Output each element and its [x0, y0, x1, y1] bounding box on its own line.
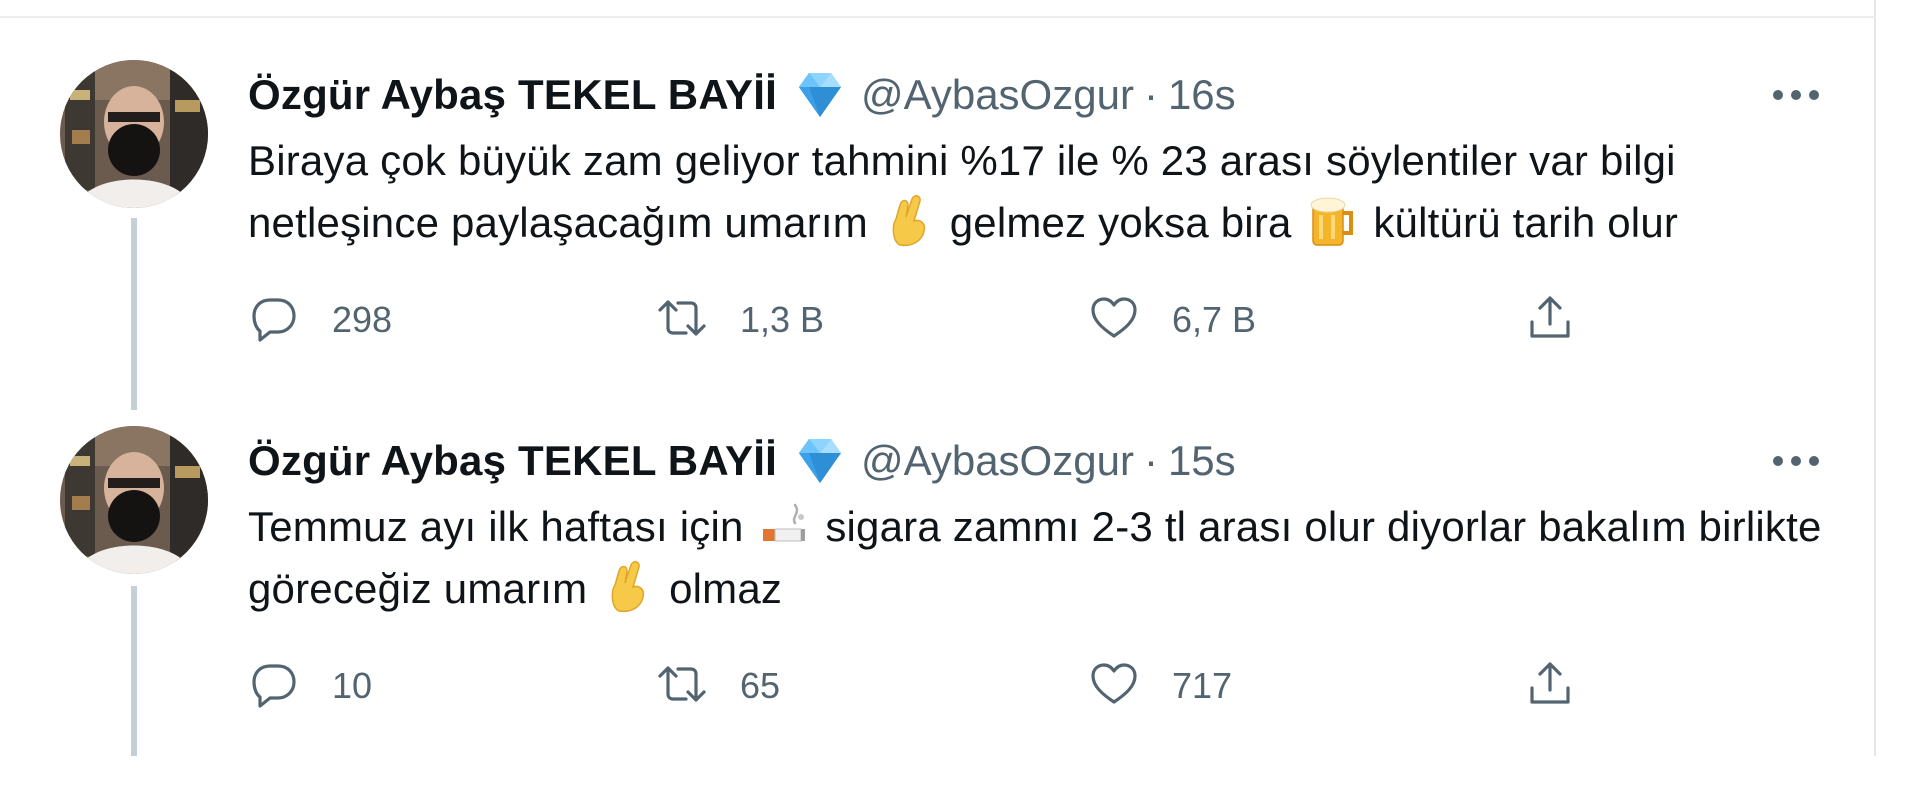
timestamp[interactable]: 15s — [1168, 437, 1236, 485]
retweet-icon[interactable] — [656, 658, 708, 715]
tweet-text-part: kültürü tarih olur — [1373, 199, 1679, 246]
share-button[interactable] — [1524, 290, 1576, 350]
retweet-icon[interactable] — [656, 292, 708, 349]
crossed-fingers-emoji — [605, 561, 651, 613]
timeline-frame: Özgür Aybaş TEKEL BAYİİ @AybasOzgur · 16… — [0, 0, 1876, 756]
timestamp[interactable]: 16s — [1168, 71, 1236, 119]
more-options-icon[interactable] — [1764, 75, 1828, 115]
share-icon[interactable] — [1524, 292, 1576, 349]
like-icon[interactable] — [1088, 658, 1140, 715]
like-button[interactable]: 717 — [1088, 656, 1232, 716]
crossed-fingers-emoji — [886, 195, 932, 247]
tweet-text-part: gelmez yoksa bira — [949, 199, 1292, 246]
display-name[interactable]: Özgür Aybaş TEKEL BAYİİ — [248, 71, 777, 119]
separator-dot: · — [1143, 71, 1158, 118]
avatar[interactable] — [60, 426, 208, 574]
retweet-button[interactable]: 65 — [656, 656, 780, 716]
top-divider — [0, 16, 1876, 18]
tweet-actions: 10 65 717 — [248, 656, 1648, 716]
tweet[interactable]: Özgür Aybaş TEKEL BAYİİ @AybasOzgur · 15… — [0, 426, 1876, 792]
reply-count: 298 — [332, 299, 393, 340]
tweet-text-part: olmaz — [669, 565, 783, 612]
tweet-header: Özgür Aybaş TEKEL BAYİİ @AybasOzgur · 16… — [248, 60, 1236, 130]
reply-count: 10 — [332, 665, 373, 706]
beer-mug-emoji — [1309, 195, 1355, 247]
more-options-icon[interactable] — [1764, 441, 1828, 481]
retweet-count: 65 — [740, 665, 781, 706]
tweet-header: Özgür Aybaş TEKEL BAYİİ @AybasOzgur · 15… — [248, 426, 1236, 496]
cigarette-emoji — [761, 499, 807, 551]
like-count: 717 — [1172, 665, 1233, 706]
tweet-text-part: Temmuz ayı ilk haftası için — [248, 503, 744, 550]
separator-dot: · — [1143, 437, 1158, 484]
like-button[interactable]: 6,7 B — [1088, 290, 1256, 350]
tweet[interactable]: Özgür Aybaş TEKEL BAYİİ @AybasOzgur · 16… — [0, 60, 1876, 426]
like-icon[interactable] — [1088, 292, 1140, 349]
retweet-button[interactable]: 1,3 B — [656, 290, 824, 350]
diamond-icon — [791, 69, 849, 121]
share-button[interactable] — [1524, 656, 1576, 716]
reply-icon[interactable] — [248, 658, 300, 715]
share-icon[interactable] — [1524, 658, 1576, 715]
tweet-text: Biraya çok büyük zam geliyor tahmini %17… — [248, 130, 1828, 254]
user-handle[interactable]: @AybasOzgur — [861, 437, 1134, 485]
reply-icon[interactable] — [248, 292, 300, 349]
display-name[interactable]: Özgür Aybaş TEKEL BAYİİ — [248, 437, 777, 485]
like-count: 6,7 B — [1172, 299, 1257, 340]
tweet-actions: 298 1,3 B 6,7 B — [248, 290, 1648, 350]
diamond-icon — [791, 435, 849, 487]
reply-button[interactable]: 298 — [248, 290, 392, 350]
reply-button[interactable]: 10 — [248, 656, 372, 716]
avatar[interactable] — [60, 60, 208, 208]
user-handle[interactable]: @AybasOzgur — [861, 71, 1134, 119]
retweet-count: 1,3 B — [740, 299, 825, 340]
tweet-text: Temmuz ayı ilk haftası için sigara zammı… — [248, 496, 1828, 620]
